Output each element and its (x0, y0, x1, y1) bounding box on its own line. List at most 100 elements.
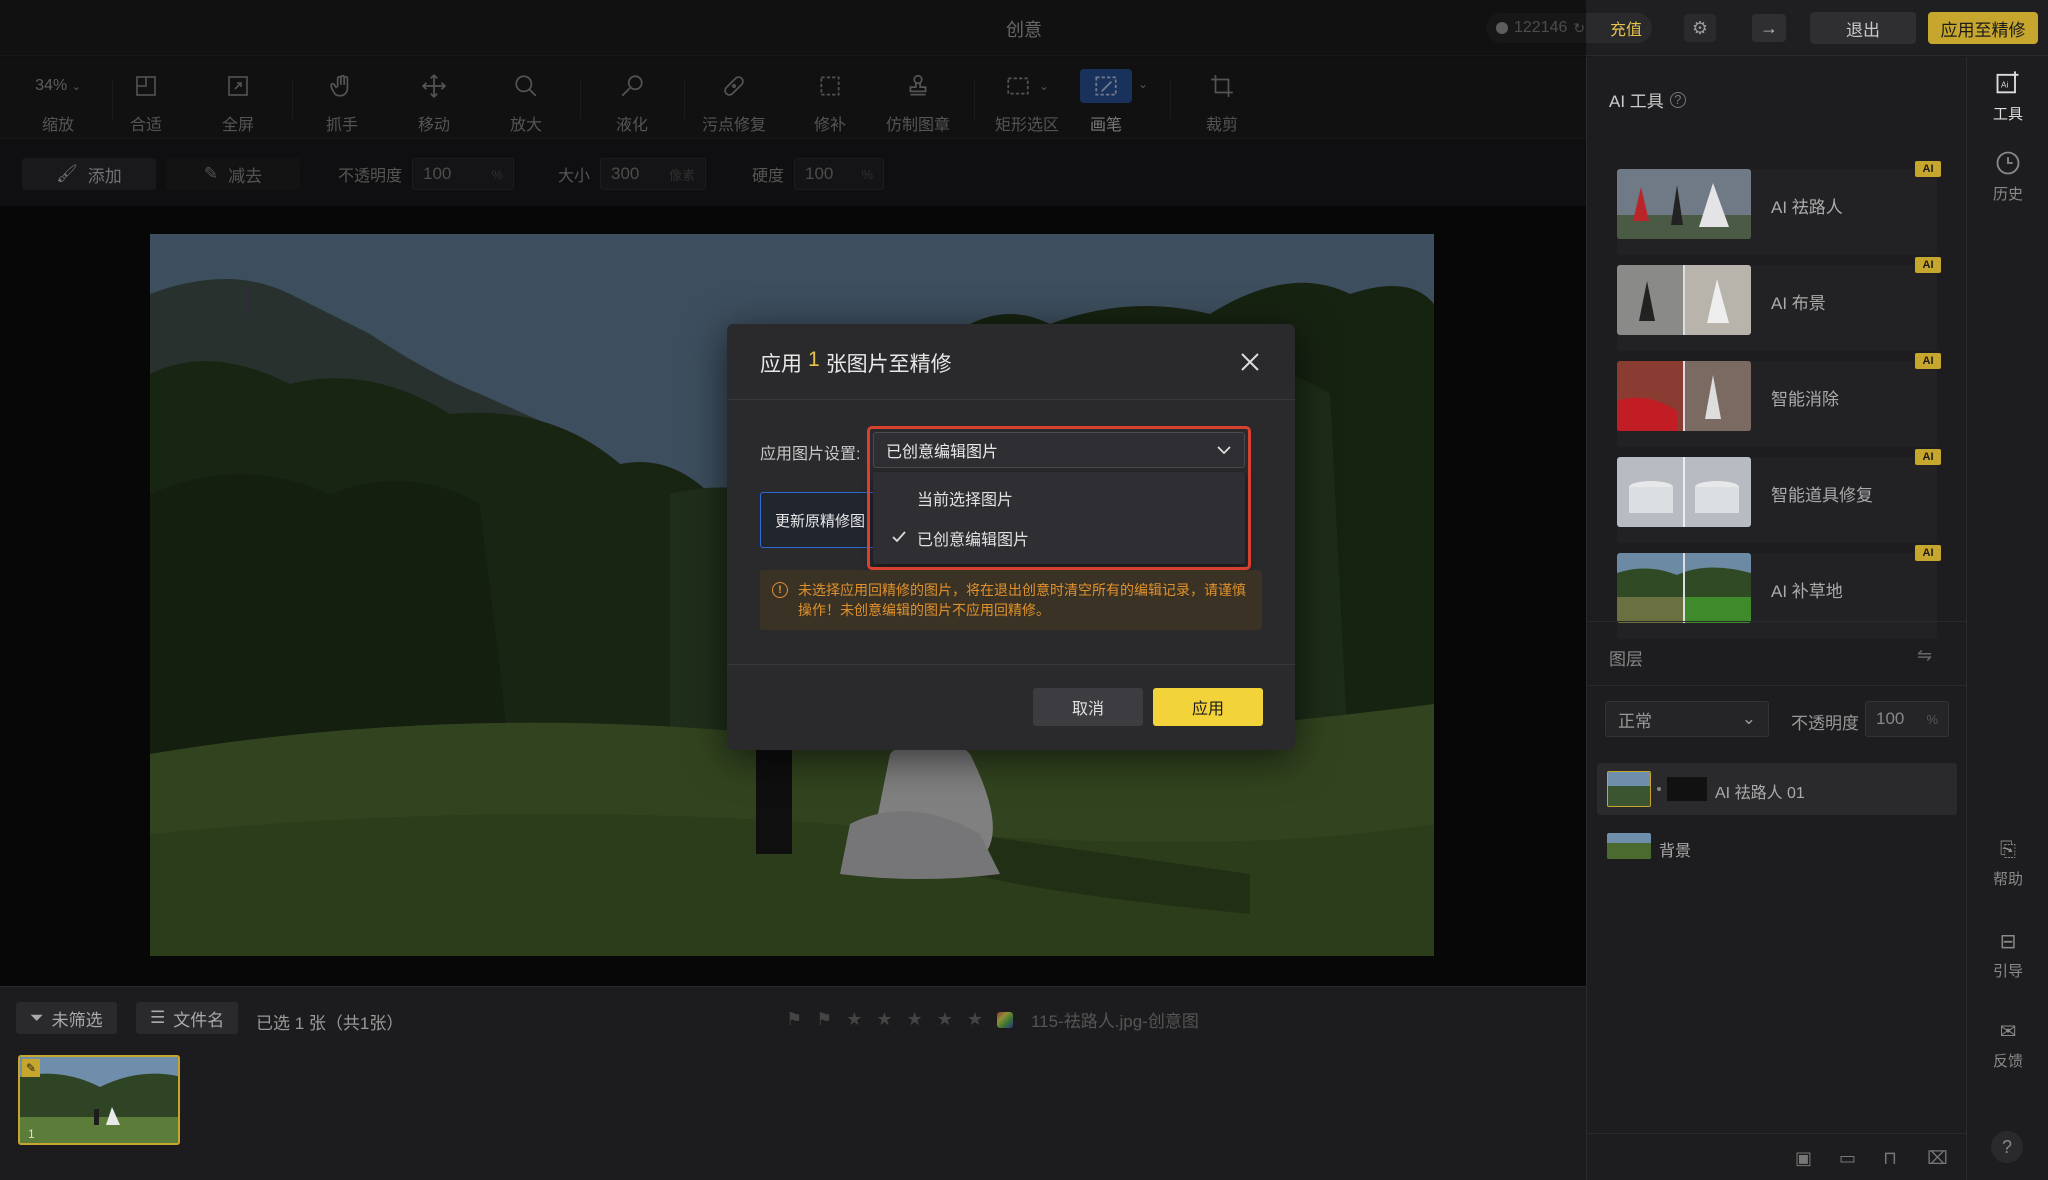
layer-row[interactable]: 背景 (1597, 821, 1957, 873)
layers-footer: ▣ ▭ ⊓ ⌧ (1587, 1133, 1967, 1180)
ai-tool-remove-passerby[interactable]: AI 祛路人 AI (1617, 161, 1941, 255)
filter-button[interactable]: ⏷ 未筛选 (16, 1002, 117, 1034)
warning-icon: ! (772, 582, 788, 598)
arrow-right-icon: → (1760, 17, 1778, 38)
ai-tool-label: AI 祛路人 (1771, 198, 1843, 217)
modal-title-count: 1 (808, 348, 820, 371)
book-icon: ⊟ (1999, 931, 2017, 953)
rail-guide-label: 引导 (1992, 963, 2023, 980)
modal-title-prefix: 应用 (760, 353, 802, 376)
modal-title: 应用 1 张图片至精修 (760, 348, 952, 378)
help-question-button[interactable]: ? (1991, 1131, 2023, 1163)
ai-tool-thumbnail (1617, 457, 1751, 527)
thumbnail-image (20, 1057, 178, 1143)
filter-icon: ⏷ (30, 1008, 44, 1027)
ai-tool-thumbnail (1617, 265, 1751, 335)
divider (1587, 685, 1967, 686)
layer-name: AI 祛路人 01 (1715, 785, 1805, 802)
rail-feedback[interactable]: ✉ 反馈 (1967, 1019, 2048, 1071)
export-button[interactable]: → (1752, 14, 1786, 42)
sort-icon: ☰ (150, 1008, 166, 1027)
layer-thumbnail (1607, 833, 1651, 859)
lock-icon[interactable]: ⊓ (1883, 1148, 1897, 1169)
info-icon[interactable]: ? (1669, 91, 1686, 108)
help-doc-icon: ⎘ (2000, 839, 2016, 861)
warning-box: ! 未选择应用回精修的图片，将在退出创意时清空所有的编辑记录，请谨慎操作！未创意… (760, 570, 1262, 630)
cancel-button[interactable]: 取消 (1033, 688, 1143, 726)
folder-icon[interactable]: ▭ (1839, 1148, 1856, 1169)
ai-badge: AI (1915, 449, 1941, 465)
warning-text: 未选择应用回精修的图片，将在退出创意时清空所有的编辑记录，请谨慎操作！未创意编辑… (798, 582, 1246, 618)
apply-button[interactable]: 应用 (1153, 688, 1263, 726)
star-icon[interactable]: ★ (937, 1009, 953, 1030)
rail-history[interactable]: 历史 (1967, 149, 2048, 204)
close-button[interactable] (1232, 344, 1268, 380)
mail-icon: ✉ (1999, 1021, 2017, 1043)
rail-feedback-label: 反馈 (1992, 1053, 2023, 1070)
divider (1587, 621, 1967, 622)
ai-badge: AI (1915, 545, 1941, 561)
edited-pencil-icon: ✎ (22, 1059, 40, 1077)
ai-badge: AI (1915, 353, 1941, 369)
film-thumbnail[interactable]: ✎ 1 (18, 1055, 180, 1145)
highlight-annotation (867, 426, 1251, 570)
setting-label: 应用图片设置: (760, 446, 861, 463)
ai-tool-scene[interactable]: AI 布景 AI (1617, 257, 1941, 351)
flag-icon[interactable]: ⚑ (786, 1009, 802, 1030)
apply-to-retouch-button[interactable]: 应用至精修 (1928, 12, 2038, 44)
rail-guide[interactable]: ⊟ 引导 (1967, 929, 2048, 981)
filmstrip-bar: ⏷ 未筛选 ☰ 文件名 已选 1 张（共1张） ⚑ ⚑ ★ ★ ★ ★ ★ 115-… (0, 986, 1586, 1180)
clock-icon (1996, 151, 2020, 175)
settings-button[interactable]: ⚙ (1684, 14, 1716, 42)
sort-label: 文件名 (173, 1010, 225, 1030)
rail-help[interactable]: ⎘ 帮助 (1967, 839, 2048, 889)
layer-name: 背景 (1659, 843, 1692, 860)
layer-opacity-value: 100 (1876, 709, 1905, 728)
rail-history-label: 历史 (1992, 186, 2023, 203)
ai-tool-fill-grass[interactable]: AI 补草地 AI (1617, 545, 1941, 639)
close-icon (1241, 353, 1259, 371)
ai-tool-smart-erase[interactable]: 智能消除 AI (1617, 353, 1941, 447)
ai-tools-panel: AI 工具 ? AI 祛路人 AI AI 布景 AI 智能消除 AI 智能道具修… (1586, 57, 1967, 1180)
star-icon[interactable]: ★ (967, 1009, 983, 1030)
svg-text:Ai: Ai (2001, 81, 2008, 90)
ai-tool-label: 智能道具修复 (1771, 486, 1873, 505)
ai-tools-icon: Ai (1996, 71, 2019, 94)
ai-badge: AI (1915, 257, 1941, 273)
modal-header: 应用 1 张图片至精修 (727, 324, 1295, 400)
ai-tool-prop-repair[interactable]: 智能道具修复 AI (1617, 449, 1941, 543)
ai-tool-label: AI 布景 (1771, 294, 1826, 313)
color-label-icon[interactable] (996, 1011, 1013, 1028)
layer-opacity-label: 不透明度 (1791, 714, 1859, 733)
layer-opacity-input[interactable]: 100 % (1865, 701, 1949, 737)
sort-button[interactable]: ☰ 文件名 (136, 1002, 239, 1034)
rail-tools[interactable]: Ai 工具 (1967, 69, 2048, 124)
right-rail: Ai 工具 历史 ⎘ 帮助 ⊟ 引导 ✉ 反馈 ? (1966, 57, 2048, 1180)
layer-thumbnail (1607, 771, 1651, 807)
star-icon[interactable]: ★ (907, 1009, 923, 1030)
layer-opacity-unit: % (1926, 711, 1938, 727)
apply-modal: 应用 1 张图片至精修 应用图片设置: 已创意编辑图片 更新原精修图 当前选择图… (727, 324, 1295, 750)
ai-tool-thumbnail (1617, 169, 1751, 239)
layer-mask-thumbnail (1667, 777, 1707, 801)
blend-mode-value: 正常 (1618, 711, 1652, 731)
chevron-down-icon: ⌄ (1741, 709, 1756, 728)
ai-badge: AI (1915, 161, 1941, 177)
panel-title: AI 工具 (1609, 92, 1664, 111)
layers-title: 图层 (1609, 650, 1643, 669)
selected-count: 已选 1 张（共1张） (256, 1014, 404, 1033)
sliders-icon[interactable]: ⇋ (1917, 645, 1932, 666)
ai-tool-label: 智能消除 (1771, 390, 1839, 409)
star-icon[interactable]: ★ (876, 1009, 892, 1030)
update-original-retouch-button[interactable]: 更新原精修图 (760, 492, 884, 548)
gear-icon: ⚙ (1691, 17, 1709, 38)
trash-icon[interactable]: ⌧ (1927, 1148, 1948, 1169)
blend-mode-select[interactable]: 正常 ⌄ (1605, 701, 1769, 737)
star-icon[interactable]: ★ (846, 1009, 862, 1030)
new-layer-icon[interactable]: ▣ (1795, 1148, 1812, 1169)
layer-row[interactable]: AI 祛路人 01 (1597, 763, 1957, 815)
exit-button[interactable]: 退出 (1810, 12, 1916, 44)
rail-help-label: 帮助 (1992, 871, 2023, 888)
reject-flag-icon[interactable]: ⚑ (816, 1009, 832, 1030)
recharge-link[interactable]: 充值 (1610, 16, 1642, 40)
